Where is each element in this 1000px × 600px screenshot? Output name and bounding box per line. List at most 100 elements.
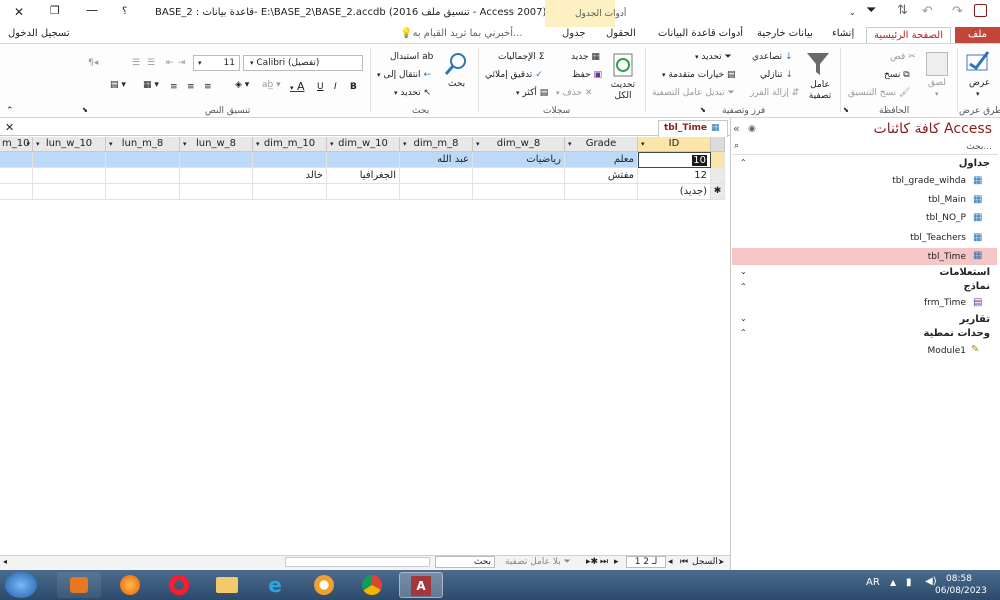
close-window-icon[interactable]: ✕ bbox=[14, 5, 24, 19]
collapse-nav-icon[interactable]: « bbox=[733, 122, 740, 135]
totals-button[interactable]: الإجماليات Σ bbox=[498, 52, 544, 62]
column-dropdown-icon[interactable]: ▾ bbox=[476, 137, 480, 151]
column-dropdown-icon[interactable]: ▾ bbox=[36, 137, 40, 151]
goto-button[interactable]: ▾ انتقال إلى ← bbox=[377, 70, 431, 80]
table-cell[interactable]: 12 bbox=[638, 168, 711, 184]
tab-create[interactable]: إنشاء bbox=[832, 28, 854, 39]
find-button[interactable]: بحث bbox=[448, 79, 465, 89]
bold-button[interactable]: B bbox=[350, 82, 357, 92]
undo-icon[interactable]: ↶ bbox=[922, 4, 933, 19]
table-cell[interactable] bbox=[0, 152, 33, 168]
table-cell[interactable] bbox=[0, 184, 33, 200]
font-size-select[interactable]: ▾ 11 bbox=[193, 55, 240, 71]
column-header-m-10[interactable]: m_10 ▾ bbox=[0, 137, 33, 152]
tray-expand-icon[interactable]: ▲ bbox=[890, 578, 896, 587]
replace-button[interactable]: استبدال ab bbox=[390, 52, 433, 62]
table-cell[interactable]: (جديد) bbox=[638, 184, 711, 200]
cut-button[interactable]: قص ✂ bbox=[890, 52, 916, 62]
table-cell[interactable] bbox=[327, 184, 400, 200]
document-tab-tbl-time[interactable]: tbl_Time ▦ bbox=[658, 120, 728, 137]
font-name-select[interactable]: ▾ Calibri (تفصيل) bbox=[243, 55, 363, 71]
file-explorer-icon[interactable] bbox=[205, 572, 249, 598]
record-selector[interactable] bbox=[711, 152, 725, 168]
table-cell[interactable] bbox=[180, 184, 253, 200]
alt-row-color-icon[interactable]: ▤ ▾ bbox=[110, 80, 126, 90]
filter-qat-icon[interactable]: ⏷ bbox=[866, 3, 876, 18]
italic-button[interactable]: I bbox=[334, 82, 337, 92]
nav-item-module1[interactable]: Module1 bbox=[928, 346, 966, 356]
access-taskbar-icon[interactable]: A bbox=[399, 572, 443, 598]
record-position-field[interactable]: 1 لـ 2 bbox=[626, 556, 666, 568]
font-color-button[interactable]: ▾ A bbox=[290, 80, 305, 93]
align-center-icon[interactable]: ≡ bbox=[187, 82, 195, 92]
remove-sort-button[interactable]: إزالة الفرز ⇵ bbox=[750, 88, 799, 98]
table-cell[interactable] bbox=[33, 152, 106, 168]
table-cell[interactable] bbox=[327, 152, 400, 168]
tell-me-box[interactable]: 💡أخبرني بما تريد القيام به... bbox=[400, 28, 523, 39]
chevron-down-icon[interactable]: ⌄ bbox=[740, 267, 747, 276]
paste-button[interactable]: لصق bbox=[928, 78, 946, 88]
restore-window-icon[interactable]: ❐ bbox=[50, 4, 60, 17]
table-cell[interactable] bbox=[33, 168, 106, 184]
nav-menu-icon[interactable]: ◉ bbox=[748, 124, 756, 134]
language-indicator[interactable]: AR bbox=[866, 577, 880, 588]
view-dropdown-icon[interactable]: ▾ bbox=[976, 90, 980, 98]
column-header-dim-w-10[interactable]: dim_w_10 ▾ bbox=[327, 137, 400, 152]
column-dropdown-icon[interactable]: ▾ bbox=[109, 137, 113, 151]
column-dropdown-icon[interactable]: ▾ bbox=[641, 137, 645, 151]
toggle-filter-qat-icon[interactable]: ⇅ bbox=[897, 3, 908, 18]
column-dropdown-icon[interactable]: ▾ bbox=[26, 137, 30, 151]
table-cell[interactable] bbox=[0, 168, 33, 184]
record-selector[interactable] bbox=[711, 168, 725, 184]
refresh-all-button[interactable]: تحديث الكل bbox=[608, 80, 638, 102]
gridlines-icon[interactable]: ▦ ▾ bbox=[143, 80, 159, 90]
chevron-down-icon[interactable]: ⌄ bbox=[740, 314, 747, 323]
tab-table[interactable]: جدول bbox=[562, 28, 586, 39]
nav-item-tbl-main[interactable]: tbl_Main bbox=[928, 195, 966, 205]
column-header-lun-w-8[interactable]: lun_w_8 ▾ bbox=[180, 137, 253, 152]
filter-icon[interactable] bbox=[806, 51, 830, 80]
outdent-icon[interactable]: ⇥ bbox=[178, 58, 186, 68]
scroll-right-icon[interactable]: ▸ bbox=[720, 557, 724, 566]
table-cell[interactable] bbox=[106, 168, 180, 184]
paste-icon[interactable] bbox=[926, 52, 948, 76]
selection-filter-button[interactable]: ▾ تحديد ⏷ bbox=[695, 52, 732, 62]
toggle-filter-button[interactable]: تبديل عامل التصفية ⏷ bbox=[652, 88, 735, 98]
vpn-icon[interactable] bbox=[302, 572, 346, 598]
highlight-icon[interactable]: ab̲ ▾ bbox=[262, 80, 281, 90]
column-header-grade[interactable]: Grade ▾ bbox=[565, 137, 638, 152]
nav-group-forms[interactable]: نماذج bbox=[963, 281, 990, 292]
media-player-icon[interactable] bbox=[57, 572, 101, 598]
clock-date[interactable]: 06/08/2023 bbox=[935, 586, 987, 596]
table-cell[interactable] bbox=[400, 184, 473, 200]
column-header-lun-m-8[interactable]: lun_m_8 ▾ bbox=[106, 137, 180, 152]
nav-item-frm-time[interactable]: frm_Time bbox=[924, 298, 966, 308]
align-left-icon[interactable]: ≡ bbox=[170, 82, 178, 92]
new-record-button[interactable]: جديد ▦ bbox=[571, 52, 600, 62]
table-cell[interactable] bbox=[473, 168, 565, 184]
table-cell[interactable] bbox=[253, 184, 327, 200]
fill-color-icon[interactable]: ◈ ▾ bbox=[235, 80, 249, 90]
sign-in-link[interactable]: تسجيل الدخول bbox=[8, 28, 70, 39]
nav-group-reports[interactable]: تقارير bbox=[960, 314, 990, 325]
table-cell[interactable]: رياضيات bbox=[473, 152, 565, 168]
align-right-icon[interactable]: ≡ bbox=[204, 82, 212, 92]
more-button[interactable]: ▾ أكثر ▤ bbox=[516, 88, 548, 98]
table-cell[interactable]: الجغرافيا bbox=[327, 168, 400, 184]
new-record-asterisk[interactable]: ✱ bbox=[711, 184, 725, 200]
paste-dropdown-icon[interactable]: ▾ bbox=[935, 90, 939, 98]
tab-home[interactable]: الصفحة الرئيسية bbox=[866, 27, 951, 44]
table-cell[interactable] bbox=[106, 184, 180, 200]
column-dropdown-icon[interactable]: ▾ bbox=[568, 137, 572, 151]
redo-icon[interactable]: ↷ bbox=[952, 4, 963, 19]
tab-external-data[interactable]: بيانات خارجية bbox=[757, 28, 813, 39]
sort-filter-launcher-icon[interactable]: ⬊ bbox=[700, 106, 706, 114]
network-icon[interactable]: ▮ bbox=[906, 577, 912, 588]
close-document-icon[interactable]: ✕ bbox=[5, 121, 14, 134]
start-button[interactable] bbox=[5, 572, 37, 598]
firefox-icon[interactable] bbox=[108, 572, 152, 598]
tab-file[interactable]: ملف bbox=[955, 27, 1000, 43]
sort-descending-button[interactable]: تنازلي ↓ bbox=[760, 70, 793, 80]
table-cell[interactable]: معلم bbox=[565, 152, 638, 168]
opera-icon[interactable] bbox=[157, 572, 201, 598]
